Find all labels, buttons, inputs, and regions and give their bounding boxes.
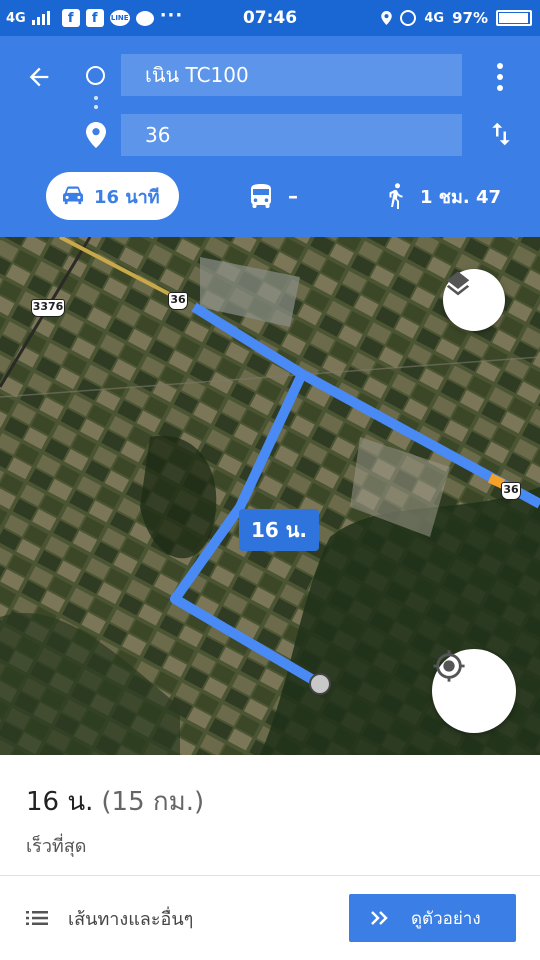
mode-walk-tab[interactable]: 1 ชม. 47 (386, 172, 501, 220)
preview-label: ดูตัวอย่าง (411, 908, 481, 929)
routes-and-more-button[interactable]: เส้นทางและอื่นๆ (26, 895, 193, 941)
origin-field[interactable]: เนิน TC100 (121, 54, 462, 96)
routes-and-more-label: เส้นทางและอื่นๆ (68, 908, 194, 930)
destination-pin-icon (86, 122, 106, 148)
mode-drive-tab[interactable]: 16 นาที (46, 172, 179, 220)
network-type-right: 4G (424, 10, 445, 26)
divider (0, 875, 540, 876)
layers-icon (446, 271, 470, 296)
route-duration-label[interactable]: 16 น. (239, 509, 319, 551)
car-icon (63, 186, 83, 205)
swap-direction-button[interactable] (486, 118, 516, 150)
line-icon: LINE (109, 10, 130, 26)
road-shield-36-east: 36 (501, 482, 521, 500)
battery-icon (496, 10, 532, 26)
road-shield-3376: 3376 (31, 299, 65, 317)
directions-header: เนิน TC100 36 16 นาที – 1 ชม. 47 (0, 36, 540, 237)
walk-duration: 1 ชม. 47 (420, 186, 502, 208)
route-distance: (15 กม.) (101, 787, 205, 817)
transit-duration: – (288, 184, 298, 208)
alarm-icon (400, 10, 417, 26)
road-shield-36: 36 (168, 292, 188, 310)
my-location-button[interactable] (432, 649, 516, 733)
status-bar: 4G f f LINE ··· 07:46 4G 97% (0, 0, 540, 36)
status-left: 4G f f LINE ··· (6, 0, 183, 36)
map-view[interactable]: 3376 36 36 16 น. (0, 237, 540, 755)
list-icon (26, 911, 48, 925)
more-options-button[interactable] (488, 60, 512, 94)
drive-duration: 16 นาที (94, 186, 160, 208)
travel-modes: 16 นาที – 1 ชม. 47 (0, 172, 540, 222)
facebook-icon: f (85, 9, 104, 27)
route-summary-sheet[interactable]: 16 น. (15 กม.) เร็วที่สุด เส้นทางและอื่นๆ… (0, 755, 540, 960)
arrow-back-icon (29, 67, 49, 87)
origin-circle-icon (86, 66, 105, 85)
chat-bubble-icon (135, 10, 154, 26)
location-icon (381, 11, 393, 25)
battery-percent: 97% (452, 9, 488, 27)
destination-field[interactable]: 36 (121, 114, 462, 156)
my-location-icon (433, 650, 465, 682)
walk-icon (389, 183, 403, 209)
status-right: 4G 97% (381, 0, 532, 36)
route-summary: 16 น. (15 กม.) (26, 781, 204, 822)
back-button[interactable] (22, 60, 56, 94)
signal-icon (31, 11, 50, 25)
route-dots-icon (94, 96, 98, 114)
double-chevron-right-icon (371, 911, 388, 925)
facebook-icon: f (61, 9, 80, 27)
route-duration: 16 น. (26, 787, 94, 817)
bus-icon (251, 184, 271, 208)
more-dots-icon: ··· (159, 4, 184, 26)
route-subtitle: เร็วที่สุด (26, 836, 87, 857)
preview-button[interactable]: ดูตัวอย่าง (349, 894, 516, 942)
mode-transit-tab[interactable]: – (250, 172, 298, 220)
route-end-marker (309, 673, 331, 695)
layers-button[interactable] (443, 269, 505, 331)
network-type: 4G (6, 10, 26, 26)
